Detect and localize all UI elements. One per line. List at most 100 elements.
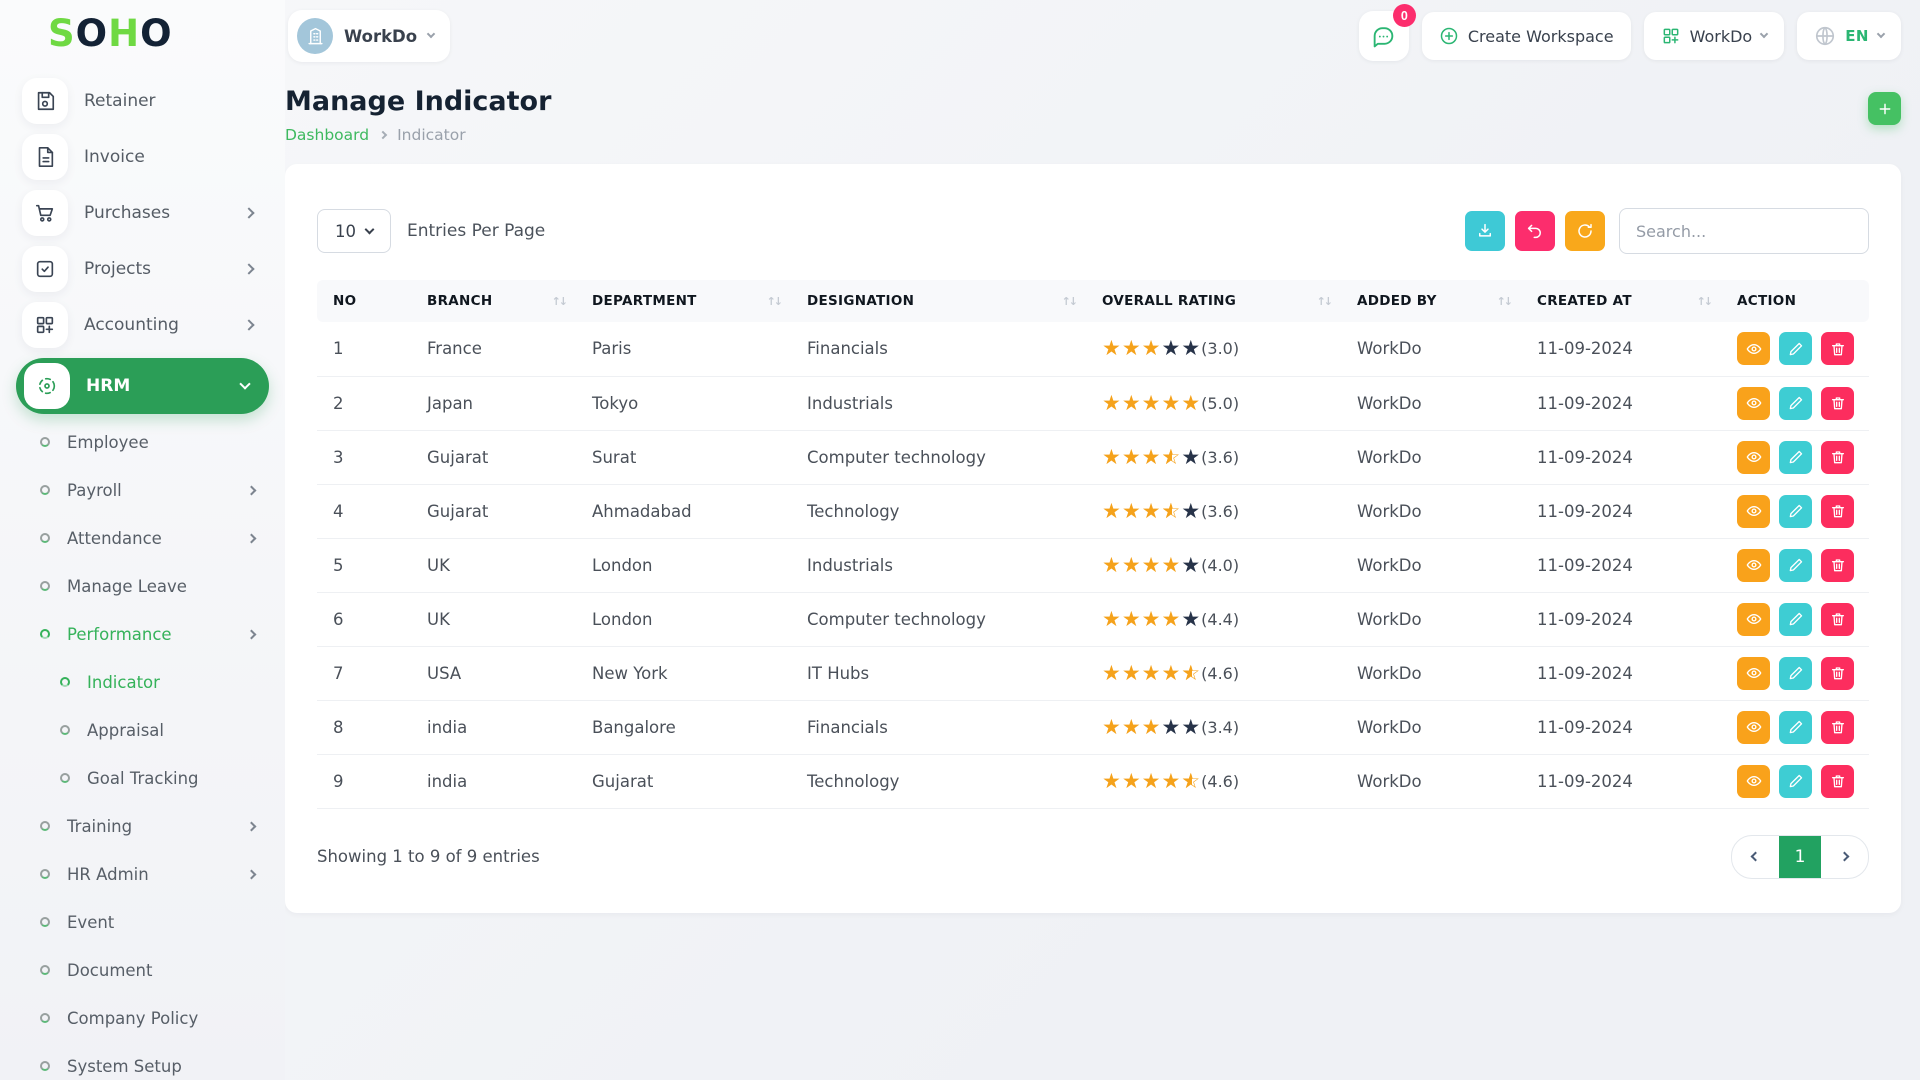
search-input[interactable] <box>1619 208 1869 254</box>
delete-button[interactable] <box>1821 603 1854 636</box>
workspace-pill[interactable]: WorkDo <box>288 10 450 62</box>
delete-button[interactable] <box>1821 711 1854 744</box>
sidebar-item-training[interactable]: Training <box>0 806 285 846</box>
breadcrumb-dashboard-link[interactable]: Dashboard <box>285 126 369 144</box>
undo-icon <box>1526 222 1544 240</box>
sidebar-item-purchases[interactable]: Purchases <box>22 190 279 236</box>
sidebar-item-event[interactable]: Event <box>0 902 285 942</box>
entries-per-page-select[interactable]: 10 <box>317 209 391 253</box>
sort-icon[interactable]: ↑↓ <box>1062 295 1082 308</box>
sidebar-item-company-policy[interactable]: Company Policy <box>0 998 285 1038</box>
create-workspace-button[interactable]: Create Workspace <box>1422 12 1631 60</box>
sidebar-item-performance[interactable]: Performance <box>0 614 285 654</box>
branch-cell: France <box>417 322 582 376</box>
sidebar-item-accounting[interactable]: Accounting <box>22 302 279 348</box>
sort-icon[interactable]: ↑↓ <box>767 295 787 308</box>
bullet-icon <box>40 581 50 591</box>
view-button[interactable] <box>1737 495 1770 528</box>
refresh-button[interactable] <box>1565 211 1605 251</box>
sort-icon[interactable]: ↑↓ <box>1317 295 1337 308</box>
column-header-designation[interactable]: DESIGNATION↑↓ <box>797 280 1092 322</box>
sidebar-item-hrm[interactable]: HRM <box>16 358 269 414</box>
edit-button[interactable] <box>1779 765 1812 798</box>
star-empty-icon: ★ <box>1181 717 1200 738</box>
edit-button[interactable] <box>1779 441 1812 474</box>
bullet-icon <box>40 917 50 927</box>
current-page-button[interactable]: 1 <box>1779 836 1821 878</box>
sidebar-item-hr-admin[interactable]: HR Admin <box>0 854 285 894</box>
sort-icon[interactable]: ↑↓ <box>1697 295 1717 308</box>
table-row: 8indiaBangaloreFinancials★★★★★(3.4)WorkD… <box>317 700 1869 754</box>
star-filled-icon: ★ <box>1102 501 1121 522</box>
sidebar-item-indicator[interactable]: Indicator <box>0 662 285 702</box>
delete-button[interactable] <box>1821 657 1854 690</box>
delete-button[interactable] <box>1821 441 1854 474</box>
department-cell: London <box>582 592 797 646</box>
created-at-cell: 11-09-2024 <box>1527 754 1727 808</box>
view-button[interactable] <box>1737 765 1770 798</box>
added-by-cell: WorkDo <box>1347 592 1527 646</box>
star-filled-icon: ★ <box>1161 663 1180 684</box>
star-filled-icon: ★ <box>1122 501 1141 522</box>
delete-button[interactable] <box>1821 332 1854 365</box>
view-button[interactable] <box>1737 711 1770 744</box>
chevron-right-icon <box>243 263 254 274</box>
view-button[interactable] <box>1737 332 1770 365</box>
department-cell: Tokyo <box>582 376 797 430</box>
sidebar-item-attendance[interactable]: Attendance <box>0 518 285 558</box>
sidebar-item-label: Manage Leave <box>67 577 187 596</box>
delete-button[interactable] <box>1821 765 1854 798</box>
sidebar-item-retainer[interactable]: Retainer <box>22 78 279 124</box>
delete-button[interactable] <box>1821 495 1854 528</box>
delete-button[interactable] <box>1821 387 1854 420</box>
edit-button[interactable] <box>1779 711 1812 744</box>
view-button[interactable] <box>1737 387 1770 420</box>
rating-value: (3.0) <box>1201 339 1239 358</box>
action-cell <box>1727 430 1869 484</box>
sidebar-item-employee[interactable]: Employee <box>0 422 285 462</box>
workspace-switcher-button[interactable]: WorkDo <box>1644 12 1785 60</box>
column-header-created-at[interactable]: CREATED AT↑↓ <box>1527 280 1727 322</box>
next-page-button[interactable] <box>1821 836 1868 878</box>
edit-button[interactable] <box>1779 603 1812 636</box>
sidebar-item-document[interactable]: Document <box>0 950 285 990</box>
edit-button[interactable] <box>1779 332 1812 365</box>
branch-cell: Gujarat <box>417 430 582 484</box>
sidebar-item-manage-leave[interactable]: Manage Leave <box>0 566 285 606</box>
sidebar-item-invoice[interactable]: Invoice <box>22 134 279 180</box>
sidebar-item-goal-tracking[interactable]: Goal Tracking <box>0 758 285 798</box>
sidebar-item-payroll[interactable]: Payroll <box>0 470 285 510</box>
reset-button[interactable] <box>1515 211 1555 251</box>
page-header: Manage Indicator Dashboard Indicator <box>285 86 1901 144</box>
sidebar-item-system-setup[interactable]: System Setup <box>0 1046 285 1080</box>
trash-icon <box>1830 557 1846 573</box>
export-button[interactable] <box>1465 211 1505 251</box>
sort-icon[interactable]: ↑↓ <box>1497 295 1517 308</box>
edit-button[interactable] <box>1779 495 1812 528</box>
view-button[interactable] <box>1737 549 1770 582</box>
sort-icon[interactable]: ↑↓ <box>552 295 572 308</box>
edit-button[interactable] <box>1779 387 1812 420</box>
column-header-added-by[interactable]: ADDED BY↑↓ <box>1347 280 1527 322</box>
column-header-overall-rating[interactable]: OVERALL RATING↑↓ <box>1092 280 1347 322</box>
prev-page-button[interactable] <box>1732 836 1779 878</box>
view-button[interactable] <box>1737 657 1770 690</box>
star-filled-icon: ★ <box>1122 338 1141 359</box>
add-indicator-button[interactable] <box>1868 92 1901 125</box>
sidebar-item-appraisal[interactable]: Appraisal <box>0 710 285 750</box>
star-filled-icon: ★ <box>1102 663 1121 684</box>
delete-button[interactable] <box>1821 549 1854 582</box>
language-selector[interactable]: EN <box>1797 12 1901 60</box>
column-header-branch[interactable]: BRANCH↑↓ <box>417 280 582 322</box>
view-button[interactable] <box>1737 441 1770 474</box>
edit-button[interactable] <box>1779 657 1812 690</box>
eye-icon <box>1746 719 1762 735</box>
view-button[interactable] <box>1737 603 1770 636</box>
edit-button[interactable] <box>1779 549 1812 582</box>
column-header-department[interactable]: DEPARTMENT↑↓ <box>582 280 797 322</box>
messages-button[interactable]: 0 <box>1359 11 1409 61</box>
sidebar-item-projects[interactable]: Projects <box>22 246 279 292</box>
star-half-icon: ☆★ <box>1181 771 1200 792</box>
star-filled-icon: ★ <box>1142 501 1161 522</box>
action-cell <box>1727 754 1869 808</box>
